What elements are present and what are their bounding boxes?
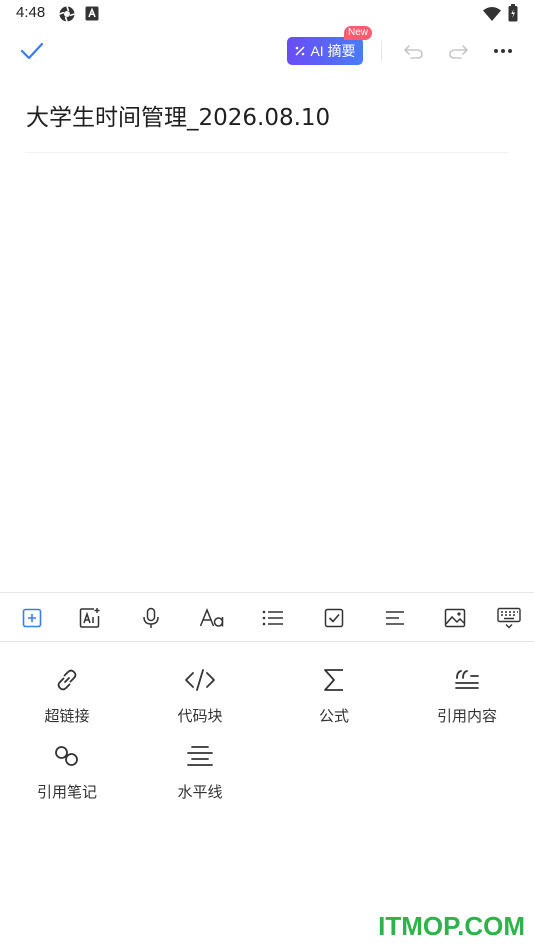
a-badge-icon bbox=[85, 6, 99, 25]
battery-icon bbox=[508, 4, 518, 26]
bullet-list-button[interactable] bbox=[253, 593, 293, 643]
code-icon bbox=[185, 669, 215, 691]
new-badge: New bbox=[344, 26, 373, 40]
align-button[interactable] bbox=[375, 593, 415, 643]
status-bar: 4:48 bbox=[0, 0, 534, 28]
top-divider bbox=[381, 41, 382, 61]
formula-label: 公式 bbox=[318, 707, 349, 725]
insert-quote-button[interactable]: 引用内容 bbox=[412, 642, 522, 725]
settings-icon bbox=[58, 5, 76, 27]
title-divider bbox=[26, 152, 508, 153]
more-icon bbox=[494, 49, 512, 53]
checkbox-icon bbox=[324, 608, 344, 628]
undo-icon bbox=[404, 45, 423, 59]
horizontal-line-label: 水平线 bbox=[177, 783, 223, 801]
bullet-list-icon bbox=[262, 610, 283, 626]
text-format-button[interactable] bbox=[192, 593, 232, 643]
note-title[interactable]: 大学生时间管理_2026.08.10 bbox=[26, 98, 330, 132]
insert-icon bbox=[22, 608, 42, 628]
watermark: ITMOP.COM bbox=[378, 911, 525, 941]
format-toolbar bbox=[0, 592, 534, 642]
quote-icon bbox=[455, 670, 479, 689]
insert-code-block-button[interactable]: 代码块 bbox=[145, 642, 255, 725]
check-icon bbox=[20, 42, 44, 60]
keyboard-hide-icon bbox=[497, 607, 521, 629]
wifi-icon bbox=[483, 6, 501, 25]
text-format-icon bbox=[199, 608, 224, 627]
status-time: 4:48 bbox=[16, 4, 46, 21]
redo-icon bbox=[449, 45, 468, 59]
insert-hyperlink-button[interactable]: 超链接 bbox=[12, 642, 122, 725]
ai-sparkle-icon bbox=[295, 46, 305, 56]
microphone-icon bbox=[143, 607, 159, 628]
ai-write-button[interactable] bbox=[70, 593, 110, 643]
image-button[interactable] bbox=[435, 593, 475, 643]
editor-top-bar: AI 摘要 New bbox=[0, 26, 534, 74]
image-icon bbox=[444, 608, 466, 628]
confirm-button[interactable] bbox=[16, 36, 48, 66]
ai-write-icon bbox=[79, 608, 100, 628]
insert-note-reference-button[interactable]: 引用笔记 bbox=[12, 718, 122, 801]
horizontal-line-icon bbox=[187, 746, 213, 766]
quote-label: 引用内容 bbox=[436, 707, 497, 725]
sigma-icon bbox=[324, 669, 343, 691]
more-button[interactable] bbox=[489, 38, 517, 64]
voice-input-button[interactable] bbox=[131, 593, 171, 643]
note-body-editor[interactable] bbox=[0, 160, 534, 590]
note-link-icon bbox=[55, 746, 78, 766]
undo-button[interactable] bbox=[400, 38, 428, 64]
insert-horizontal-line-button[interactable]: 水平线 bbox=[145, 718, 255, 801]
redo-button[interactable] bbox=[444, 38, 472, 64]
checkbox-button[interactable] bbox=[314, 593, 354, 643]
link-icon bbox=[57, 669, 77, 691]
keyboard-hide-button[interactable] bbox=[489, 593, 529, 643]
insert-panel: 超链接 代码块 公式 引用内容 引用笔记 水平线 bbox=[0, 642, 534, 950]
insert-formula-button[interactable]: 公式 bbox=[279, 642, 389, 725]
align-icon bbox=[386, 611, 404, 625]
insert-button[interactable] bbox=[12, 593, 52, 643]
note-reference-label: 引用笔记 bbox=[36, 783, 97, 801]
ai-summary-label: AI 摘要 bbox=[310, 43, 356, 59]
ai-summary-button[interactable]: AI 摘要 bbox=[287, 37, 363, 65]
